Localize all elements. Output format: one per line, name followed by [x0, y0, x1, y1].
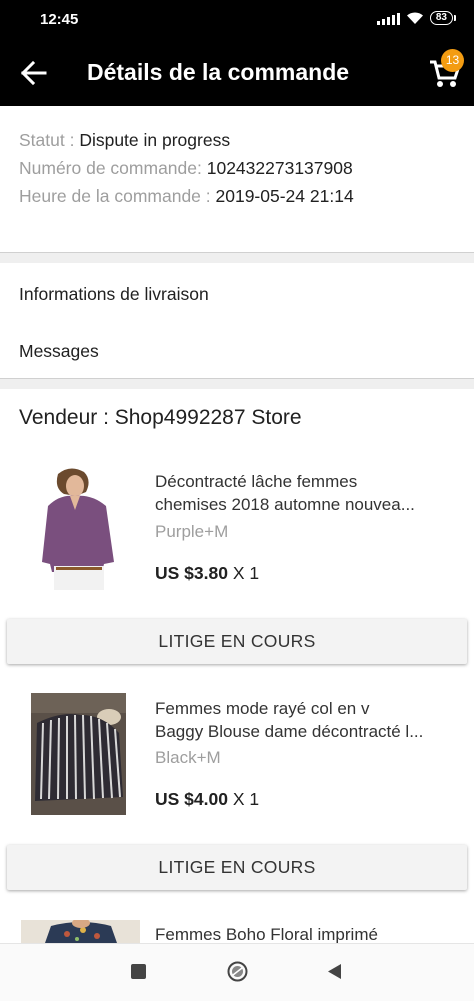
- page-title: Détails de la commande: [87, 59, 350, 85]
- status-bar: 12:45 83: [0, 0, 474, 40]
- product-title-line: Décontracté lâche femmes: [155, 472, 358, 491]
- product-title-line: Femmes mode rayé col en v: [155, 699, 370, 718]
- order-number-label: Numéro de commande:: [19, 158, 207, 178]
- product-variant: Black+M: [155, 748, 221, 767]
- product-image[interactable]: [21, 920, 140, 943]
- status-time: 12:45: [40, 11, 79, 28]
- divider: [0, 252, 474, 253]
- product-price: US $4.00: [155, 789, 228, 809]
- order-number-row: Numéro de commande: 102432273137908: [19, 158, 353, 179]
- signal-icon: [376, 12, 400, 25]
- product-title[interactable]: Décontracté lâche femmes chemises 2018 a…: [155, 470, 455, 516]
- purple-shirt-image: [40, 466, 120, 590]
- order-status-row: Statut : Dispute in progress: [19, 130, 230, 151]
- wifi-icon: [406, 12, 423, 24]
- product-quantity: X 1: [227, 563, 260, 583]
- product-variant: Purple+M: [155, 522, 229, 541]
- dispute-button[interactable]: LITIGE EN COURS: [7, 845, 467, 890]
- product-price-row: US $3.80 X 1: [155, 563, 259, 584]
- nav-home-icon[interactable]: [227, 961, 248, 982]
- floral-top-image: [21, 920, 140, 943]
- order-number-value[interactable]: 102432273137908: [207, 158, 353, 178]
- product-title[interactable]: Femmes mode rayé col en v Baggy Blouse d…: [155, 697, 455, 743]
- product-title[interactable]: Femmes Boho Floral imprimé: [155, 923, 455, 943]
- delivery-info-item[interactable]: Informations de livraison: [19, 284, 209, 305]
- product-title-line: Femmes Boho Floral imprimé: [155, 925, 378, 943]
- order-status-label: Statut :: [19, 130, 80, 150]
- dispute-button[interactable]: LITIGE EN COURS: [7, 619, 467, 664]
- order-time-row: Heure de la commande : 2019-05-24 21:14: [19, 186, 354, 207]
- order-info-card: Statut : Dispute in progress Numéro de c…: [0, 106, 474, 252]
- product-image[interactable]: [40, 466, 120, 590]
- nav-recent-icon[interactable]: [131, 964, 146, 979]
- back-arrow-icon[interactable]: [20, 60, 48, 86]
- order-status-value: Dispute in progress: [79, 130, 231, 150]
- product-price: US $3.80: [155, 563, 228, 583]
- nav-back-icon[interactable]: [327, 963, 342, 980]
- striped-blouse-image: [31, 693, 126, 815]
- product-title-line: Baggy Blouse dame décontracté l...: [155, 722, 424, 741]
- order-time-label: Heure de la commande :: [19, 186, 216, 206]
- divider: [0, 378, 474, 379]
- order-menu-card: Informations de livraison Messages: [0, 263, 474, 378]
- battery-icon: 83: [429, 11, 457, 25]
- status-icons: 83: [376, 11, 457, 25]
- product-quantity: X 1: [227, 789, 260, 809]
- product-price-row: US $4.00 X 1: [155, 789, 259, 810]
- order-time-value: 2019-05-24 21:14: [215, 186, 354, 206]
- app-bar: Détails de la commande 13: [0, 40, 474, 106]
- product-title-line: chemises 2018 automne nouvea...: [155, 495, 415, 514]
- product-image[interactable]: [31, 693, 126, 815]
- messages-item[interactable]: Messages: [19, 341, 99, 362]
- system-nav-bar: [0, 943, 474, 1001]
- cart-count-badge: 13: [441, 49, 464, 72]
- vendor-name[interactable]: Vendeur : Shop4992287 Store: [19, 406, 302, 430]
